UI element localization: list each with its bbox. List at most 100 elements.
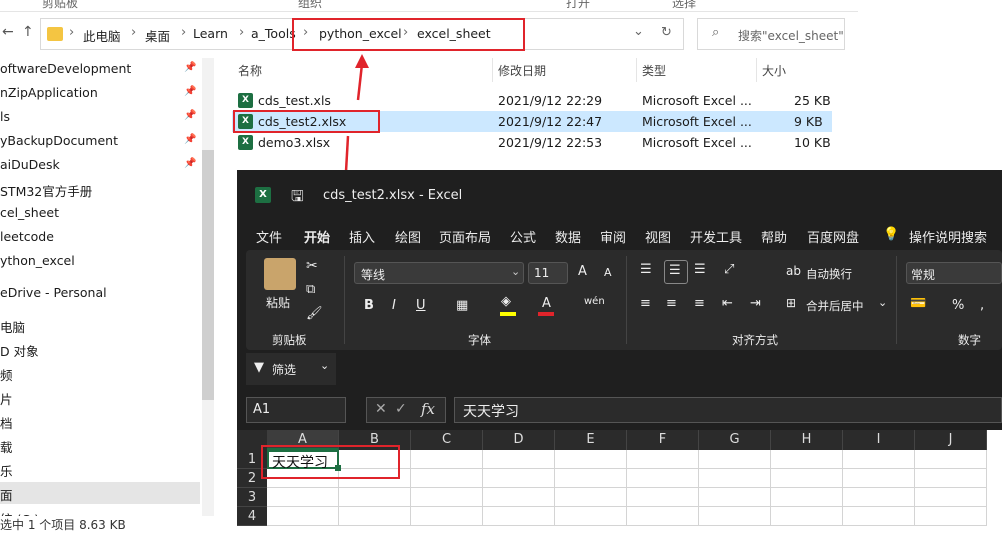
enter-icon[interactable]: ✓ (395, 401, 407, 417)
format-painter-icon[interactable]: 🖌 (306, 306, 323, 321)
phonetic-icon[interactable]: wén (584, 296, 605, 307)
font-size-select[interactable]: 11 (528, 262, 568, 284)
align-center-icon[interactable]: ≡ (666, 296, 677, 311)
cell[interactable] (627, 450, 699, 469)
cell[interactable] (915, 469, 987, 488)
comma-icon[interactable]: , (980, 298, 984, 313)
font-color-swatch[interactable] (538, 312, 554, 316)
cell[interactable] (483, 469, 555, 488)
column-header[interactable]: D (483, 430, 555, 450)
menu-developer[interactable]: 开发工具 (690, 227, 742, 246)
menu-draw[interactable]: 绘图 (395, 227, 421, 246)
paste-icon[interactable] (264, 258, 296, 290)
chevron-down-icon[interactable]: ⌄ (878, 296, 887, 309)
menu-home[interactable]: 开始 (304, 227, 330, 246)
cell[interactable] (411, 488, 483, 507)
cell[interactable] (267, 507, 339, 526)
cell[interactable] (555, 507, 627, 526)
cell[interactable] (843, 488, 915, 507)
menu-help[interactable]: 帮助 (761, 227, 787, 246)
number-format-select[interactable]: 常规 (906, 262, 1002, 284)
cell[interactable] (267, 488, 339, 507)
cell[interactable] (843, 507, 915, 526)
cell[interactable] (627, 488, 699, 507)
cell[interactable] (627, 507, 699, 526)
column-header[interactable]: G (699, 430, 771, 450)
fill-color-swatch[interactable] (500, 312, 516, 316)
menu-view[interactable]: 视图 (645, 227, 671, 246)
italic-icon[interactable]: I (392, 298, 396, 313)
fill-color-icon[interactable]: ◈ (501, 294, 511, 309)
cell[interactable] (483, 450, 555, 469)
currency-icon[interactable]: 💳 (910, 296, 926, 311)
increase-font-icon[interactable]: A (578, 264, 587, 279)
customize-dropdown-icon[interactable]: ⌄ (320, 359, 329, 372)
column-header[interactable]: C (411, 430, 483, 450)
cell[interactable] (699, 507, 771, 526)
row-header[interactable]: 4 (237, 507, 267, 526)
align-right-icon[interactable]: ≡ (694, 296, 705, 311)
filter-icon[interactable]: ▼ (254, 360, 264, 375)
cut-icon[interactable]: ✂ (306, 258, 318, 274)
cell[interactable] (339, 488, 411, 507)
bold-icon[interactable]: B (364, 298, 374, 313)
menu-data[interactable]: 数据 (555, 227, 581, 246)
menu-insert[interactable]: 插入 (349, 227, 375, 246)
cell[interactable] (411, 450, 483, 469)
cell[interactable] (411, 469, 483, 488)
cell[interactable] (915, 507, 987, 526)
save-icon[interactable]: 🖫 (291, 186, 304, 211)
wrap-text-button[interactable]: 自动换行 (806, 266, 852, 282)
cell[interactable] (771, 450, 843, 469)
increase-indent-icon[interactable]: ⇥ (750, 296, 761, 311)
cell[interactable] (483, 507, 555, 526)
cell[interactable] (771, 469, 843, 488)
cell[interactable] (555, 450, 627, 469)
font-color-icon[interactable]: A (542, 296, 551, 311)
align-left-icon[interactable]: ≡ (640, 296, 651, 311)
cell[interactable] (339, 507, 411, 526)
formula-input[interactable]: 天天学习 (454, 397, 1002, 423)
cell[interactable] (699, 469, 771, 488)
menu-review[interactable]: 审阅 (600, 227, 626, 246)
merge-center-button[interactable]: 合并后居中 (806, 298, 864, 314)
percent-button[interactable]: % (952, 298, 964, 313)
cell[interactable] (915, 450, 987, 469)
insert-function-icon[interactable]: fx (421, 400, 435, 418)
menu-formulas[interactable]: 公式 (510, 227, 536, 246)
column-header[interactable]: J (915, 430, 987, 450)
underline-icon[interactable]: U (416, 298, 426, 313)
cell[interactable] (915, 488, 987, 507)
decrease-font-icon[interactable]: A (604, 266, 612, 279)
cancel-icon[interactable]: ✕ (375, 401, 387, 417)
cell[interactable] (411, 507, 483, 526)
cell[interactable] (843, 450, 915, 469)
column-header[interactable]: I (843, 430, 915, 450)
filter-button[interactable]: 筛选 (272, 361, 296, 378)
copy-icon[interactable]: ⧉ (306, 282, 315, 297)
cell[interactable] (699, 488, 771, 507)
menu-page-layout[interactable]: 页面布局 (439, 227, 491, 246)
menu-baidu[interactable]: 百度网盘 (807, 227, 859, 246)
row-header[interactable]: 3 (237, 488, 267, 507)
font-name-select[interactable]: 等线 ⌄ (354, 262, 524, 284)
cell[interactable] (771, 507, 843, 526)
column-header[interactable]: E (555, 430, 627, 450)
cell[interactable] (483, 488, 555, 507)
column-header[interactable]: F (627, 430, 699, 450)
paste-button[interactable]: 粘贴 (266, 294, 290, 311)
align-top-icon[interactable]: ☰ (640, 262, 652, 277)
cell[interactable] (555, 488, 627, 507)
menu-file[interactable]: 文件 (256, 227, 282, 246)
cell[interactable] (771, 488, 843, 507)
merge-icon[interactable]: ⊞ (786, 296, 796, 310)
cell[interactable] (843, 469, 915, 488)
cell[interactable] (699, 450, 771, 469)
column-header[interactable]: H (771, 430, 843, 450)
tell-me-search[interactable]: 操作说明搜索 (909, 227, 987, 246)
cell[interactable] (627, 469, 699, 488)
align-bottom-icon[interactable]: ☰ (694, 262, 706, 277)
border-icon[interactable]: ▦ (456, 298, 468, 313)
wrap-text-icon[interactable]: ab (786, 264, 801, 278)
cell[interactable] (555, 469, 627, 488)
